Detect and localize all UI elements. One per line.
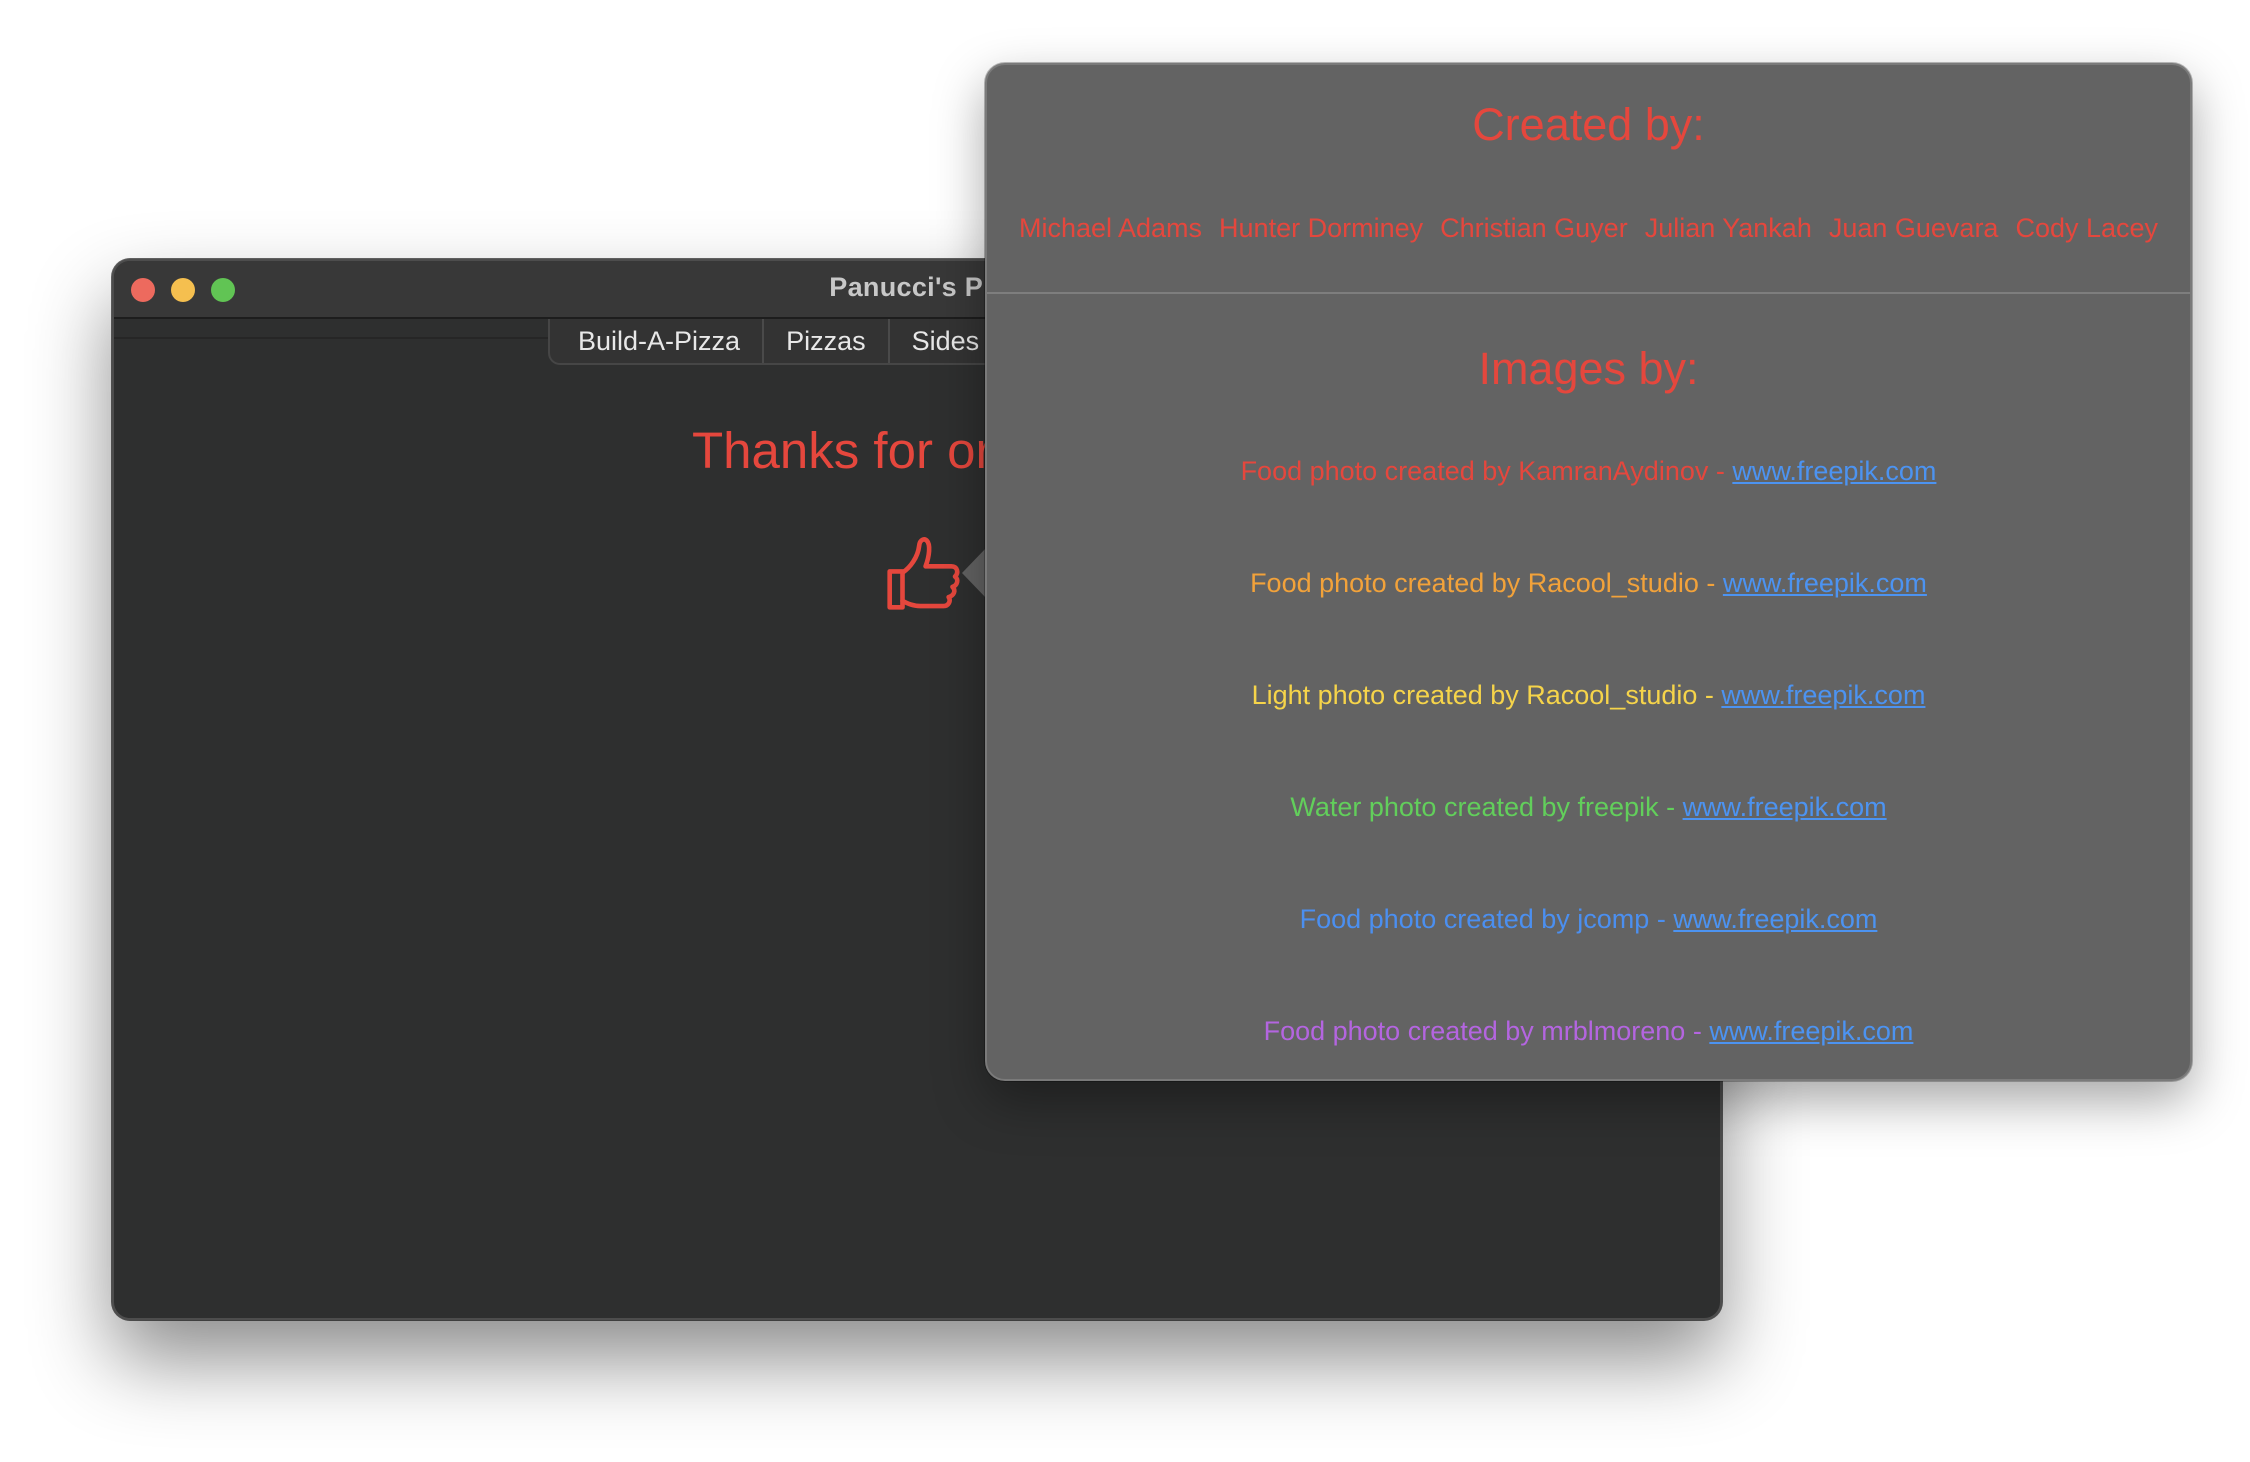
image-credit: Light photo created by Racool_studio - w… [987, 680, 2190, 711]
creator-name: Hunter Dorminey [1219, 213, 1424, 243]
image-credit: Food photo created by jcomp - www.freepi… [987, 904, 2190, 935]
image-credit: Food photo created by KamranAydinov - ww… [987, 456, 2190, 487]
creator-name: Michael Adams [1018, 213, 1203, 243]
credit-text: Food photo created by jcomp - [1299, 904, 1674, 934]
thanks-message: Thanks for or [692, 422, 993, 479]
credits-popover: Created by: Michael Adams Hunter Dormine… [985, 63, 2192, 1081]
image-credit: Food photo created by Racool_studio - ww… [987, 568, 2190, 599]
creator-name: Juan Guevara [1828, 213, 1999, 243]
image-credit: Water photo created by freepik - www.fre… [987, 792, 2190, 823]
credit-text: Food photo created by Racool_studio - [1250, 568, 1723, 598]
freepik-link[interactable]: www.freepik.com [1673, 904, 1877, 934]
popover-arrow [962, 547, 987, 599]
credit-text: Water photo created by freepik - [1290, 792, 1683, 822]
created-by-heading: Created by: [1472, 99, 1705, 150]
tab-bar: Build-A-Pizza Pizzas Sides [548, 319, 1010, 365]
creator-name: Julian Yankah [1644, 213, 1812, 243]
tab-pizzas[interactable]: Pizzas [764, 319, 890, 363]
images-by-heading: Images by: [1478, 343, 1699, 394]
freepik-link[interactable]: www.freepik.com [1732, 456, 1936, 486]
desktop: Panucci's Piz Build-A-Pizza Pizzas Sides… [0, 0, 2250, 1462]
freepik-link[interactable]: www.freepik.com [1721, 680, 1925, 710]
popover-divider [987, 292, 2190, 294]
credit-text: Light photo created by Racool_studio - [1251, 680, 1722, 710]
freepik-link[interactable]: www.freepik.com [1709, 1016, 1913, 1046]
thumbs-up-icon[interactable] [882, 533, 964, 615]
tab-build-a-pizza[interactable]: Build-A-Pizza [556, 319, 765, 363]
creators-list: Michael Adams Hunter Dorminey Christian … [987, 213, 2190, 244]
creator-name: Christian Guyer [1440, 213, 1628, 243]
credit-text: Food photo created by mrblmoreno - [1263, 1016, 1710, 1046]
creator-name: Cody Lacey [2015, 213, 2159, 243]
freepik-link[interactable]: www.freepik.com [1683, 792, 1887, 822]
freepik-link[interactable]: www.freepik.com [1723, 568, 1927, 598]
image-credit: Food photo created by mrblmoreno - www.f… [987, 1016, 2190, 1047]
credit-text: Food photo created by KamranAydinov - [1240, 456, 1733, 486]
